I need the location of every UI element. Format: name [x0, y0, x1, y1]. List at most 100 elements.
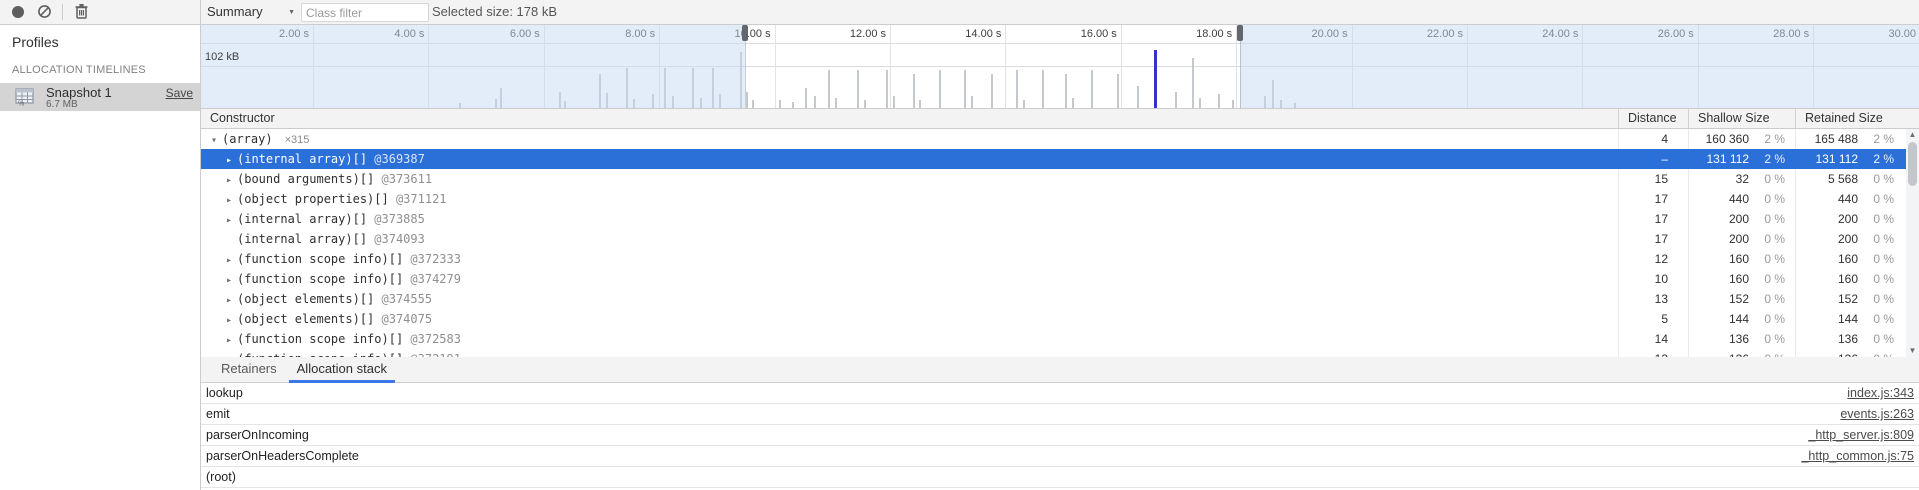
disclosure-triangle-icon[interactable]: ▸ [226, 331, 237, 349]
shallow-size-percent: 0 % [1749, 249, 1795, 269]
grid-scrollbar[interactable]: ▲ ▼ [1906, 129, 1919, 357]
record-button[interactable] [12, 6, 24, 18]
allocation-bar [1232, 100, 1234, 108]
shallow-size-cell: 1600 % [1688, 249, 1795, 269]
disclosure-triangle-icon[interactable]: ▸ [226, 151, 237, 169]
column-header-retained-size[interactable]: Retained Size [1795, 109, 1919, 128]
disclosure-triangle-icon[interactable]: ▸ [226, 271, 237, 289]
object-id: @374279 [403, 272, 461, 286]
retained-size-cell: 1360 % [1795, 349, 1906, 357]
table-row[interactable]: ▸(function scope info)[] @374279101600 %… [201, 269, 1919, 289]
shallow-size-value: 440 [1689, 189, 1749, 209]
disclosure-triangle-icon[interactable]: ▸ [226, 171, 237, 189]
distance-cell: 12 [1618, 249, 1688, 269]
constructor-name: (object properties)[] [237, 192, 389, 206]
disclosure-triangle-icon[interactable]: ▸ [226, 191, 237, 209]
retained-size-value: 165 488 [1796, 129, 1858, 149]
table-row[interactable]: ▾(array)×3154160 3602 %165 4882 % [201, 129, 1919, 149]
table-row[interactable]: ▸(function scope info)[] @372191131360 %… [201, 349, 1919, 357]
column-header-shallow-size[interactable]: Shallow Size [1688, 109, 1795, 128]
shallow-size-value: 136 [1689, 329, 1749, 349]
table-row[interactable]: (internal array)[] @374093172000 %2000 % [201, 229, 1919, 249]
shallow-size-cell: 2000 % [1688, 229, 1795, 249]
allocation-bar [913, 74, 915, 108]
source-location-link[interactable]: events.js:263 [1840, 407, 1919, 421]
retained-size-cell: 1440 % [1795, 309, 1906, 329]
constructor-cell: ▸(internal array)[] @369387 [201, 149, 1618, 169]
shallow-size-value: 160 360 [1689, 129, 1749, 149]
constructor-cell: ▸(function scope info)[] @372333 [201, 249, 1618, 269]
scrollbar-thumb[interactable] [1908, 142, 1917, 186]
source-location-link[interactable]: _http_common.js:75 [1801, 449, 1919, 463]
distance-cell: – [1618, 149, 1688, 169]
timeline-tick-label: 16.00 s [1055, 28, 1117, 40]
tab-retainers[interactable]: Retainers [211, 357, 287, 382]
stack-function-name: emit [201, 407, 230, 421]
clear-all-button[interactable] [37, 4, 52, 19]
overview-pane[interactable]: 102 kB 2.00 s4.00 s6.00 s8.00 s10.00 s12… [201, 25, 1919, 108]
shallow-size-value: 152 [1689, 289, 1749, 309]
shallow-size-percent: 0 % [1749, 349, 1795, 357]
source-location-link[interactable]: _http_server.js:809 [1808, 428, 1919, 442]
constructor-name: (bound arguments)[] [237, 172, 374, 186]
table-row[interactable]: ▸(bound arguments)[] @37361115320 %5 568… [201, 169, 1919, 189]
allocation-bar [1016, 70, 1018, 108]
delete-profile-button[interactable] [74, 3, 89, 20]
object-id: @374093 [367, 232, 425, 246]
column-header-constructor[interactable]: Constructor [201, 109, 1618, 128]
toolbar-separator [62, 4, 63, 20]
retained-size-percent: 0 % [1858, 309, 1906, 329]
allocation-bar [886, 70, 888, 108]
perspective-select[interactable]: Summary ▼ [207, 0, 299, 24]
allocation-bar [991, 74, 993, 108]
sidebar-item-snapshot-1[interactable]: % Snapshot 1 6.7 MB Save [0, 83, 200, 111]
table-row[interactable]: ▸(function scope info)[] @372333121600 %… [201, 249, 1919, 269]
allocation-bar [1117, 74, 1119, 108]
object-id: @372333 [403, 252, 461, 266]
save-link[interactable]: Save [166, 86, 193, 100]
table-row[interactable]: ▸(function scope info)[] @372583141360 %… [201, 329, 1919, 349]
stack-frame-row: emit events.js:263 [201, 404, 1919, 425]
constructor-name: (object elements)[] [237, 312, 374, 326]
column-header-distance[interactable]: Distance [1618, 109, 1688, 128]
allocation-bar [893, 96, 895, 108]
heap-profiler-main: 102 kB 2.00 s4.00 s6.00 s8.00 s10.00 s12… [201, 25, 1919, 490]
disclosure-triangle-icon[interactable]: ▾ [211, 131, 222, 149]
selection-grip-left[interactable] [742, 25, 748, 41]
distance-cell: 13 [1618, 289, 1688, 309]
selection-grip-right[interactable] [1237, 25, 1243, 41]
retained-size-value: 136 [1796, 329, 1858, 349]
scroll-up-icon[interactable]: ▲ [1906, 129, 1919, 141]
distance-cell: 17 [1618, 229, 1688, 249]
disclosure-triangle-icon[interactable]: ▸ [226, 251, 237, 269]
object-id: @373611 [374, 172, 432, 186]
allocation-bar [805, 88, 807, 108]
table-row[interactable]: ▸(object elements)[] @374555131520 %1520… [201, 289, 1919, 309]
disclosure-triangle-icon[interactable]: ▸ [226, 211, 237, 229]
shallow-size-percent: 2 % [1749, 129, 1795, 149]
constructor-cell: ▸(object elements)[] @374075 [201, 309, 1618, 329]
distance-cell: 14 [1618, 329, 1688, 349]
shallow-size-percent: 0 % [1749, 169, 1795, 189]
bottom-tabbar: RetainersAllocation stack [201, 357, 1919, 383]
constructor-name: (array) [222, 132, 273, 146]
source-location-link[interactable]: index.js:343 [1847, 386, 1919, 400]
heap-grid: Constructor Distance Shallow Size Retain… [201, 108, 1919, 357]
table-row[interactable]: ▸(object properties)[] @371121174400 %44… [201, 189, 1919, 209]
stack-frame-row: parserOnHeadersComplete_http_common.js:7… [201, 446, 1919, 467]
tab-allocation-stack[interactable]: Allocation stack [287, 357, 397, 382]
grid-header: Constructor Distance Shallow Size Retain… [201, 108, 1919, 129]
shallow-size-value: 200 [1689, 209, 1749, 229]
table-row[interactable]: ▸(internal array)[] @373885172000 %2000 … [201, 209, 1919, 229]
class-filter-input[interactable] [301, 3, 429, 22]
retained-size-value: 440 [1796, 189, 1858, 209]
selected-size-label: Selected size: 178 kB [432, 0, 557, 24]
disclosure-triangle-icon[interactable]: ▸ [226, 291, 237, 309]
table-row[interactable]: ▸(object elements)[] @37407551440 %1440 … [201, 309, 1919, 329]
table-row[interactable]: ▸(internal array)[] @369387–131 1122 %13… [201, 149, 1919, 169]
scroll-down-icon[interactable]: ▼ [1906, 345, 1919, 357]
constructor-cell: ▸(object properties)[] @371121 [201, 189, 1618, 209]
retained-size-cell: 2000 % [1795, 209, 1906, 229]
disclosure-triangle-icon[interactable]: ▸ [226, 311, 237, 329]
stack-frame-row: lookupindex.js:343 [201, 383, 1919, 404]
